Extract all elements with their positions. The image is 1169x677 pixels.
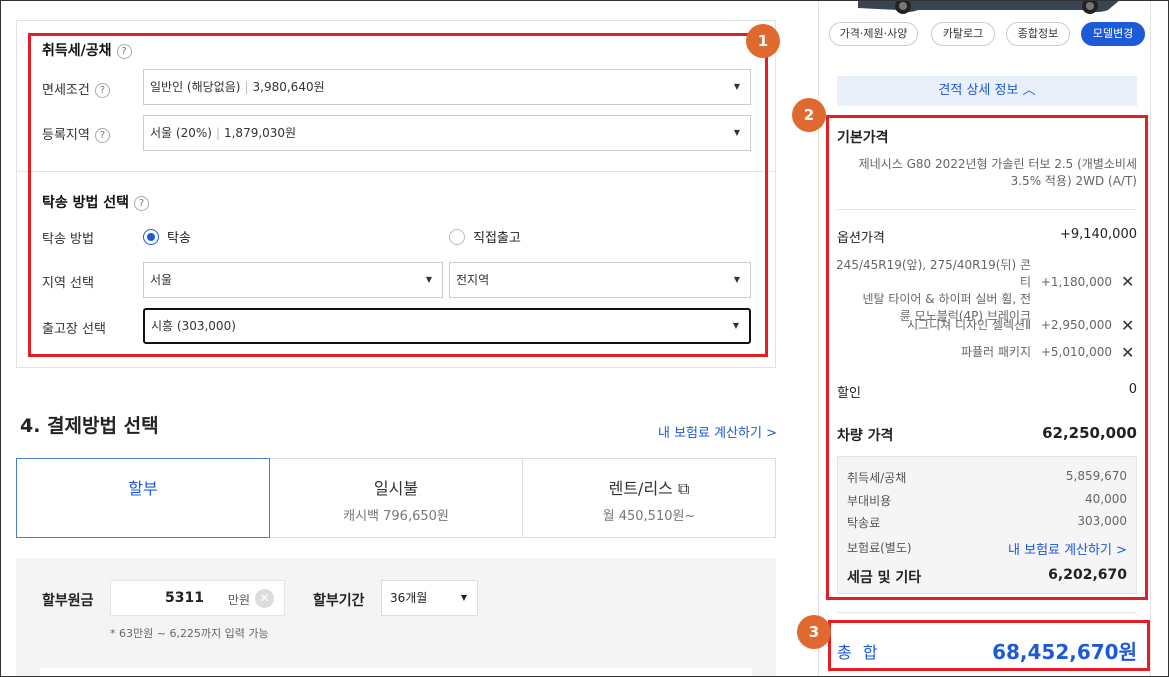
option-item: 245/45R19(앞), 275/40R19(뒤) 콘티 넨탈 타이어 & 하… xyxy=(834,257,1031,325)
period-select[interactable]: 36개월 ▼ xyxy=(381,580,478,616)
tax-total-value: 6,202,670 xyxy=(1048,567,1127,583)
chevron-down-icon: ▼ xyxy=(425,275,432,284)
delivery-section-title: 탁송 방법 선택? xyxy=(42,192,150,212)
option-item-price: +2,950,000 xyxy=(1040,318,1112,332)
tab-sub: 캐시백 796,650원 xyxy=(343,509,449,524)
tab-installment[interactable]: 할부 xyxy=(16,458,270,538)
insurance-calc-link[interactable]: 내 보험료 계산하기 > xyxy=(980,539,1127,558)
city-select[interactable]: 서울 ▼ xyxy=(143,262,443,298)
chevron-down-icon: ▼ xyxy=(733,128,740,137)
base-price-title: 기본가격 xyxy=(837,130,889,146)
radio-unchecked-icon xyxy=(449,228,465,245)
principal-value: 5311 xyxy=(165,590,204,606)
divider xyxy=(837,209,1137,210)
exemption-label: 면세조건? xyxy=(42,79,110,98)
period-label: 할부기간 xyxy=(313,593,365,609)
help-icon[interactable]: ? xyxy=(94,83,110,98)
principal-hint: * 63만원 ~ 6,225까지 입력 가능 xyxy=(110,627,269,640)
factory-select[interactable]: 시흥 (303,000) ▼ xyxy=(143,308,751,344)
factory-label: 출고장 선택 xyxy=(42,322,106,337)
exemption-select[interactable]: 일반인 (해당없음) | 3,980,640원 ▼ xyxy=(143,69,751,105)
principal-label: 할부원금 xyxy=(42,593,94,609)
section-divider xyxy=(17,171,775,172)
option-price-label: 옵션가격 xyxy=(837,231,885,246)
option-line: 245/45R19(앞), 275/40R19(뒤) 콘티 xyxy=(836,258,1031,289)
help-icon[interactable]: ? xyxy=(94,128,110,143)
car-image xyxy=(858,0,1120,14)
tax-item-label: 탁송료 xyxy=(847,516,881,530)
tab-title: 렌트/리스 ⧉ xyxy=(608,479,690,498)
help-icon[interactable]: ? xyxy=(134,196,150,211)
option-item: 파퓰러 패키지 xyxy=(960,345,1031,359)
remove-option-icon[interactable]: ✕ xyxy=(1121,272,1134,291)
base-model-line: 3.5% 적용) 2WD (A/T) xyxy=(1010,174,1137,188)
radio-delivery[interactable]: 탁송 xyxy=(143,227,191,246)
chevron-down-icon: ▼ xyxy=(460,593,467,602)
payment-section-title: 4. 결제방법 선택 xyxy=(20,415,159,437)
tax-item-label: 취득세/공채 xyxy=(847,471,907,485)
base-model-line: 제네시스 G80 2022년형 가솔린 터보 2.5 (개별소비세 xyxy=(858,157,1137,171)
tax-total-label: 세금 및 기타 xyxy=(847,570,922,586)
insurance-calc-link[interactable]: 내 보험료 계산하기 > xyxy=(658,422,777,441)
tab-title: 할부 xyxy=(128,479,158,498)
installment-form xyxy=(16,558,776,677)
chevron-down-icon: ▼ xyxy=(733,82,740,91)
chevron-down-icon: ▼ xyxy=(732,321,739,330)
tax-item-value: 5,859,670 xyxy=(1065,469,1127,483)
divider xyxy=(837,612,1137,613)
step-badge-1: 1 xyxy=(746,24,780,58)
form-next-row xyxy=(40,668,752,677)
tax-item-value: 40,000 xyxy=(1085,492,1127,506)
tax-item-label: 보험료(별도) xyxy=(847,541,912,555)
principal-unit: 만원 xyxy=(227,593,250,607)
option-price-total: +9,140,000 xyxy=(1059,227,1137,242)
discount-value: 0 xyxy=(1128,382,1137,397)
option-item-price: +5,010,000 xyxy=(1040,345,1112,359)
region-select-label: 지역 선택 xyxy=(42,276,94,291)
tab-lump-sum[interactable]: 일시불 캐시백 796,650원 xyxy=(269,458,523,538)
chip-specs[interactable]: 가격·제원·사양 xyxy=(829,22,918,46)
option-line: 넨탈 타이어 & 하이퍼 실버 휠, 전 xyxy=(862,292,1031,306)
grand-total-value: 68,452,670원 xyxy=(992,640,1137,664)
chip-change-model[interactable]: 모델변경 xyxy=(1081,22,1145,46)
car-price-value: 62,250,000 xyxy=(1042,424,1137,442)
district-select[interactable]: 전지역 ▼ xyxy=(449,262,751,298)
chip-catalog[interactable]: 카탈로그 xyxy=(931,22,995,46)
remove-option-icon[interactable]: ✕ xyxy=(1121,316,1134,335)
tax-item-label: 부대비용 xyxy=(847,494,892,508)
step-badge-2: 2 xyxy=(792,98,826,132)
registration-region-select[interactable]: 서울 (20%) | 1,879,030원 ▼ xyxy=(143,115,751,151)
clear-icon[interactable]: ✕ xyxy=(255,589,274,608)
grand-total-label: 총 합 xyxy=(837,643,881,662)
help-icon[interactable]: ? xyxy=(116,44,132,59)
option-item-price: +1,180,000 xyxy=(1040,275,1112,289)
region-label: 등록지역? xyxy=(42,124,110,143)
discount-label: 할인 xyxy=(837,386,861,401)
radio-checked-icon xyxy=(143,228,159,245)
tab-sub: 월 450,510원~ xyxy=(602,509,696,524)
car-price-label: 차량 가격 xyxy=(837,428,894,444)
estimate-detail-toggle[interactable]: 견적 상세 정보 ︿ xyxy=(837,76,1137,106)
chevron-down-icon: ▼ xyxy=(733,275,740,284)
base-model-name: 제네시스 G80 2022년형 가솔린 터보 2.5 (개별소비세 3.5% 적… xyxy=(834,156,1137,190)
delivery-method-label: 탁송 방법 xyxy=(42,232,94,247)
chip-overview[interactable]: 종합정보 xyxy=(1006,22,1070,46)
tax-section-title: 취득세/공채? xyxy=(42,40,132,60)
tab-rent-lease[interactable]: 렌트/리스 ⧉ 월 450,510원~ xyxy=(522,458,776,538)
remove-option-icon[interactable]: ✕ xyxy=(1121,343,1134,362)
option-item: 시그니쳐 디자인 셀렉션Ⅱ xyxy=(907,318,1031,332)
principal-input[interactable]: 5311 만원 ✕ xyxy=(110,580,285,616)
radio-direct-pickup[interactable]: 직접출고 xyxy=(449,227,521,246)
step-badge-3: 3 xyxy=(797,615,831,649)
tax-item-value: 303,000 xyxy=(1077,514,1127,528)
payment-tabs: 할부 일시불 캐시백 796,650원 렌트/리스 ⧉ 월 450,510원~ xyxy=(16,458,776,538)
tab-title: 일시불 xyxy=(373,479,419,498)
